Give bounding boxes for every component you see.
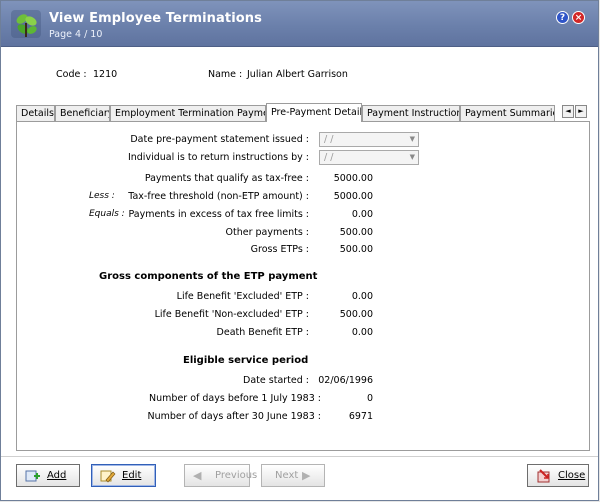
page-indicator: Page 4 / 10 [49,29,103,40]
help-icon[interactable]: ? [556,11,569,24]
add-button-label: Add [47,470,67,481]
previous-button-label: Previous [215,470,258,481]
life-excluded-value: 0.00 [351,291,373,302]
add-record-icon [25,469,41,483]
days-before-label: Number of days before 1 July 1983 : [149,393,321,404]
life-non-excluded-value: 500.00 [339,309,373,320]
edit-pencil-icon [100,469,116,483]
edit-button-label: Edit [122,470,142,481]
edit-button[interactable]: Edit [91,464,156,487]
exit-icon [536,469,552,483]
days-after-value: 6971 [348,411,373,422]
arrow-right-icon: ▶ [302,469,311,482]
tab-employment-termination-payments[interactable]: Employment Termination Payments [110,105,266,122]
tab-payment-instructions[interactable]: Payment Instructions [362,105,460,122]
service-period-heading: Eligible service period [183,355,309,366]
qualify-tax-free-label: Payments that qualify as tax-free : [144,173,309,184]
statement-issued-label: Date pre-payment statement issued : [130,134,309,145]
close-window-icon[interactable]: × [572,11,585,24]
tab-strip: Details Beneficiary Employment Terminati… [16,103,590,122]
code-label: Code : [56,69,87,80]
days-after-label: Number of days after 30 June 1983 : [147,411,321,422]
gross-etps-value: 500.00 [339,244,373,255]
return-instructions-date-field[interactable]: / / ▼ [319,150,419,165]
tab-details[interactable]: Details [16,105,55,122]
excess-value: 0.00 [351,209,373,220]
return-instructions-date-value: / / [324,152,334,163]
code-value: 1210 [93,69,118,80]
life-excluded-label: Life Benefit 'Excluded' ETP : [176,291,309,302]
date-started-value: 02/06/1996 [318,375,373,386]
equals-prefix: Equals : [89,209,125,219]
tab-payment-summaries[interactable]: Payment Summaries [460,105,555,122]
return-instructions-label: Individual is to return instructions by … [127,152,309,163]
title-bar: View Employee Terminations Page 4 / 10 ?… [1,1,598,46]
tab-scroll-left-icon[interactable]: ◄ [562,105,574,118]
other-payments-label: Other payments : [225,227,309,238]
death-benefit-value: 0.00 [351,327,373,338]
gross-etps-label: Gross ETPs : [250,244,309,255]
tax-free-threshold-value: 5000.00 [333,191,373,202]
name-label: Name : [208,69,243,80]
title-separator [1,46,598,47]
arrow-left-icon: ◀ [193,469,202,482]
close-button-label: Close [558,470,586,481]
add-button[interactable]: Add [16,464,80,487]
statement-issued-date-field[interactable]: / / ▼ [319,132,419,147]
tab-beneficiary[interactable]: Beneficiary [55,105,110,122]
tab-pre-payment-details[interactable]: Pre-Payment Details [266,103,362,122]
qualify-tax-free-value: 5000.00 [333,173,373,184]
chevron-down-icon: ▼ [409,135,415,143]
other-payments-value: 500.00 [339,227,373,238]
next-button-label: Next [275,470,299,481]
pre-payment-details-panel: Date pre-payment statement issued : / / … [16,121,590,451]
chevron-down-icon: ▼ [409,153,415,161]
statement-issued-date-value: / / [324,134,334,145]
close-button[interactable]: Close [527,464,589,487]
tab-scroll-right-icon[interactable]: ► [575,105,587,118]
tax-free-threshold-label: Tax-free threshold (non-ETP amount) : [128,191,309,202]
date-started-label: Date started : [243,375,309,386]
employee-terminations-window: View Employee Terminations Page 4 / 10 ?… [0,0,599,501]
days-before-value: 0 [366,393,373,404]
previous-button[interactable]: ◀ Previous [184,464,257,487]
name-value: Julian Albert Garrison [247,69,348,80]
footer-separator [1,456,598,457]
gross-components-heading: Gross components of the ETP payment [99,271,318,282]
next-button[interactable]: Next ▶ [261,464,325,487]
app-logo-icon [11,10,41,38]
less-prefix: Less : [89,191,115,201]
window-title: View Employee Terminations [49,11,262,26]
life-non-excluded-label: Life Benefit 'Non-excluded' ETP : [154,309,309,320]
death-benefit-label: Death Benefit ETP : [216,327,309,338]
excess-label: Payments in excess of tax free limits : [128,209,309,220]
